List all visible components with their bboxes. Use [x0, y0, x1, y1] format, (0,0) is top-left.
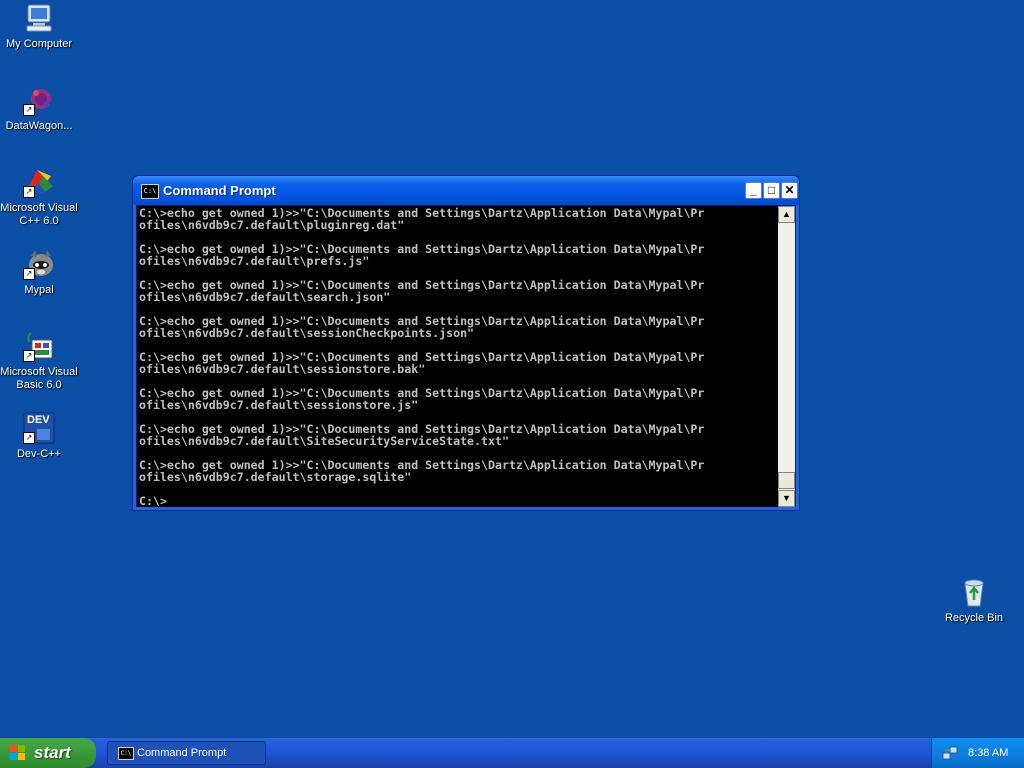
- desktop-icon-label: Microsoft Visual Basic 6.0: [0, 366, 78, 391]
- desktop-icon-label: DataWagon...: [5, 120, 73, 132]
- console-output[interactable]: C:\>echo get owned 1)>>"C:\Documents and…: [137, 206, 778, 507]
- clock[interactable]: 8:38 AM: [968, 738, 1008, 768]
- network-icon[interactable]: [942, 745, 958, 761]
- taskbar-button-label: Command Prompt: [137, 747, 227, 759]
- dev-cpp-icon: DEV ↗: [23, 412, 55, 444]
- visual-cpp-icon: ↗: [23, 166, 55, 198]
- desktop-icon-my-computer[interactable]: My Computer: [0, 2, 78, 51]
- command-prompt-icon: C:\: [118, 747, 134, 760]
- window-title: Command Prompt: [163, 183, 276, 198]
- desktop-icon-datawagon[interactable]: ↗ DataWagon...: [0, 84, 78, 133]
- minimize-button[interactable]: _: [745, 182, 762, 199]
- desktop-icon-label: Dev-C++: [16, 448, 62, 460]
- scroll-thumb[interactable]: [778, 472, 795, 489]
- shortcut-arrow-icon: ↗: [23, 186, 35, 198]
- desktop-icon-visual-cpp[interactable]: ↗ Microsoft Visual C++ 6.0: [0, 166, 78, 228]
- start-button[interactable]: start: [0, 738, 96, 768]
- desktop-icon-label: Mypal: [24, 284, 54, 296]
- recycle-bin-icon: [958, 576, 990, 608]
- command-prompt-icon[interactable]: C:\: [141, 184, 159, 199]
- desktop-icon-label: Microsoft Visual C++ 6.0: [0, 202, 78, 227]
- visual-basic-icon: ↗: [23, 330, 55, 362]
- command-prompt-window[interactable]: C:\ Command Prompt _ □ ✕ C:\>echo get ow…: [132, 175, 800, 511]
- shortcut-arrow-icon: ↗: [23, 268, 35, 280]
- console-text: C:\>echo get owned 1)>>"C:\Documents and…: [139, 206, 705, 507]
- scroll-down-button[interactable]: ▼: [778, 490, 795, 507]
- desktop-icon-label: My Computer: [5, 38, 73, 50]
- datawagon-icon: ↗: [23, 84, 55, 116]
- mypal-icon: ↗: [23, 248, 55, 280]
- system-tray: 8:38 AM: [931, 738, 1024, 768]
- my-computer-icon: [23, 2, 55, 34]
- shortcut-arrow-icon: ↗: [23, 104, 35, 116]
- taskbar-button-command-prompt[interactable]: C:\ Command Prompt: [107, 741, 266, 765]
- dev-cpp-badge: DEV: [27, 414, 50, 426]
- shortcut-arrow-icon: ↗: [23, 350, 35, 362]
- windows-logo-icon: [10, 745, 26, 761]
- shortcut-arrow-icon: ↗: [23, 432, 35, 444]
- desktop-icon-recycle-bin[interactable]: Recycle Bin: [935, 576, 1013, 625]
- start-label: start: [34, 743, 71, 762]
- taskbar: start C:\ Command Prompt 8:38 AM: [0, 738, 1024, 768]
- desktop-icon-visual-basic[interactable]: ↗ Microsoft Visual Basic 6.0: [0, 330, 78, 392]
- close-button[interactable]: ✕: [781, 182, 798, 199]
- maximize-button[interactable]: □: [763, 182, 780, 199]
- desktop-icon-label: Recycle Bin: [944, 612, 1004, 624]
- desktop-icon-dev-cpp[interactable]: DEV ↗ Dev-C++: [0, 412, 78, 461]
- vertical-scrollbar[interactable]: ▲ ▼: [778, 206, 795, 507]
- scroll-up-button[interactable]: ▲: [778, 206, 795, 223]
- desktop-icon-mypal[interactable]: ↗ Mypal: [0, 248, 78, 297]
- window-titlebar[interactable]: C:\ Command Prompt _ □ ✕: [133, 176, 799, 205]
